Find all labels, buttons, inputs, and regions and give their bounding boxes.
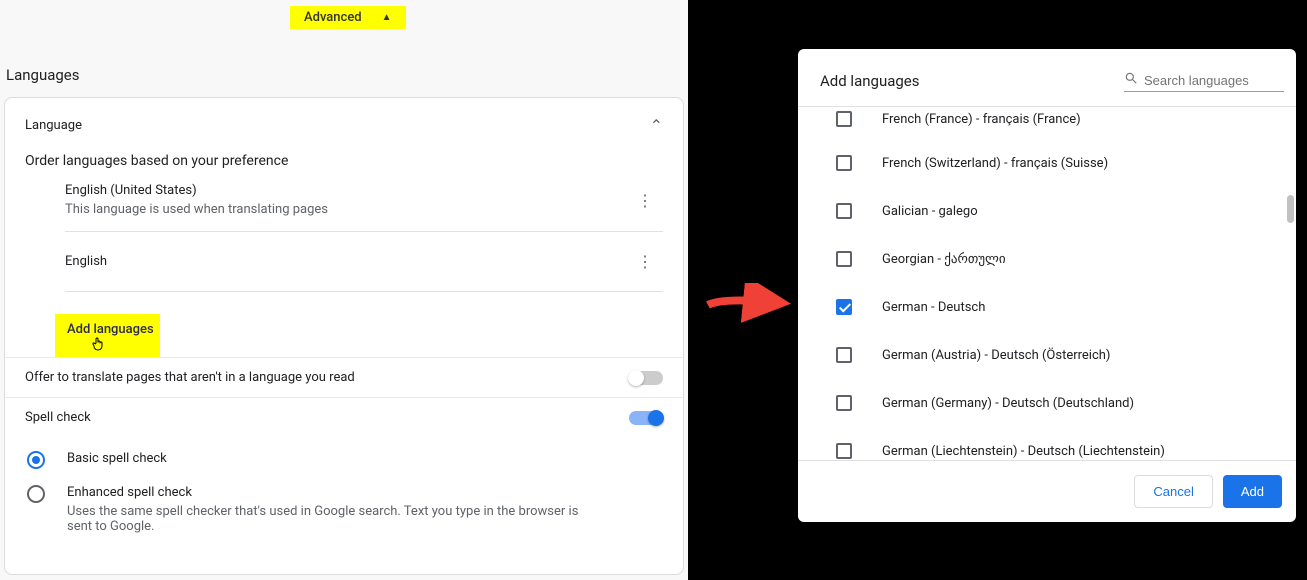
offer-translate-toggle[interactable] — [629, 371, 663, 385]
dialog-title: Add languages — [820, 72, 920, 90]
option-label: Georgian - ქართული — [882, 252, 1006, 267]
dialog-footer: Cancel Add — [798, 461, 1296, 522]
card-title: Language — [25, 118, 82, 133]
add-languages-label: Add languages — [67, 322, 154, 337]
language-option[interactable]: German (Austria) - Deutsch (Österreich) — [798, 331, 1296, 379]
language-name: English — [65, 254, 107, 269]
kebab-icon[interactable]: ⋮ — [627, 246, 663, 277]
language-list: English (United States) This language is … — [5, 179, 683, 302]
option-label: Galician - galego — [882, 204, 978, 219]
language-option[interactable]: French (Switzerland) - français (Suisse) — [798, 139, 1296, 187]
option-label: German (Austria) - Deutsch (Österreich) — [882, 348, 1110, 363]
pointer-cursor-icon — [90, 336, 106, 356]
add-button[interactable]: Add — [1223, 475, 1282, 508]
option-label: French (France) - français (France) — [882, 112, 1081, 127]
language-item: English (United States) This language is … — [65, 179, 663, 232]
checkbox[interactable] — [836, 395, 852, 411]
radio-button[interactable] — [27, 451, 45, 469]
cancel-button[interactable]: Cancel — [1134, 475, 1212, 508]
section-title: Languages — [6, 66, 80, 84]
spell-check-options: Basic spell check Enhanced spell check Use… — [5, 437, 683, 542]
search-input[interactable] — [1144, 73, 1284, 88]
checkbox[interactable] — [836, 251, 852, 267]
language-option[interactable]: German (Liechtenstein) - Deutsch (Liecht… — [798, 427, 1296, 460]
checkbox[interactable] — [836, 347, 852, 363]
checkbox[interactable] — [836, 299, 852, 315]
language-item: English ⋮ — [65, 232, 663, 292]
chevron-up-icon: ▲ — [382, 12, 392, 23]
language-option[interactable]: German - Deutsch — [798, 283, 1296, 331]
checkbox[interactable] — [836, 155, 852, 171]
search-field[interactable] — [1124, 69, 1284, 92]
order-description: Order languages based on your preference — [5, 153, 683, 179]
language-option[interactable]: Georgian - ქართული — [798, 235, 1296, 283]
spell-check-label: Spell check — [25, 410, 91, 425]
option-label: German - Deutsch — [882, 300, 985, 315]
add-languages-button[interactable]: Add languages — [55, 314, 160, 357]
search-icon — [1124, 71, 1138, 89]
language-options-list: French (France) - français (France) Frenc… — [798, 107, 1296, 460]
add-languages-dialog: Add languages French (France) - français… — [798, 49, 1296, 522]
option-label: German (Germany) - Deutsch (Deutschland) — [882, 396, 1134, 411]
language-option[interactable]: Galician - galego — [798, 187, 1296, 235]
scrollbar-thumb[interactable] — [1287, 195, 1294, 223]
language-sub: This language is used when translating p… — [65, 202, 328, 217]
language-name: English (United States) — [65, 183, 328, 198]
settings-panel: Advanced ▲ Languages Language ⌃ Order la… — [0, 0, 688, 580]
language-card: Language ⌃ Order languages based on your… — [4, 97, 684, 575]
card-header[interactable]: Language ⌃ — [5, 98, 683, 153]
spell-option[interactable]: Enhanced spell check Uses the same spell … — [25, 477, 663, 542]
checkbox[interactable] — [836, 443, 852, 459]
checkbox[interactable] — [836, 111, 852, 127]
spell-option[interactable]: Basic spell check — [25, 443, 663, 477]
spell-check-row: Spell check — [5, 397, 683, 437]
offer-translate-label: Offer to translate pages that aren't in … — [25, 370, 355, 385]
radio-button[interactable] — [27, 485, 45, 503]
offer-translate-row: Offer to translate pages that aren't in … — [5, 357, 683, 397]
language-option[interactable]: French (France) - français (France) — [798, 107, 1296, 139]
advanced-label: Advanced — [304, 10, 362, 25]
language-option[interactable]: German (Germany) - Deutsch (Deutschland) — [798, 379, 1296, 427]
option-label: German (Liechtenstein) - Deutsch (Liecht… — [882, 444, 1165, 459]
option-label: Basic spell check — [67, 451, 167, 466]
chevron-up-icon[interactable]: ⌃ — [650, 116, 663, 135]
language-options-wrap: French (France) - français (France) Frenc… — [798, 106, 1296, 461]
checkbox[interactable] — [836, 203, 852, 219]
advanced-toggle[interactable]: Advanced ▲ — [290, 6, 406, 29]
kebab-icon[interactable]: ⋮ — [627, 185, 663, 216]
dialog-header: Add languages — [798, 49, 1296, 106]
option-sub: Uses the same spell checker that's used … — [67, 504, 587, 534]
option-label: French (Switzerland) - français (Suisse) — [882, 156, 1108, 171]
option-label: Enhanced spell check — [67, 485, 587, 500]
spell-check-toggle[interactable] — [629, 411, 663, 425]
arrow-icon — [703, 283, 793, 323]
